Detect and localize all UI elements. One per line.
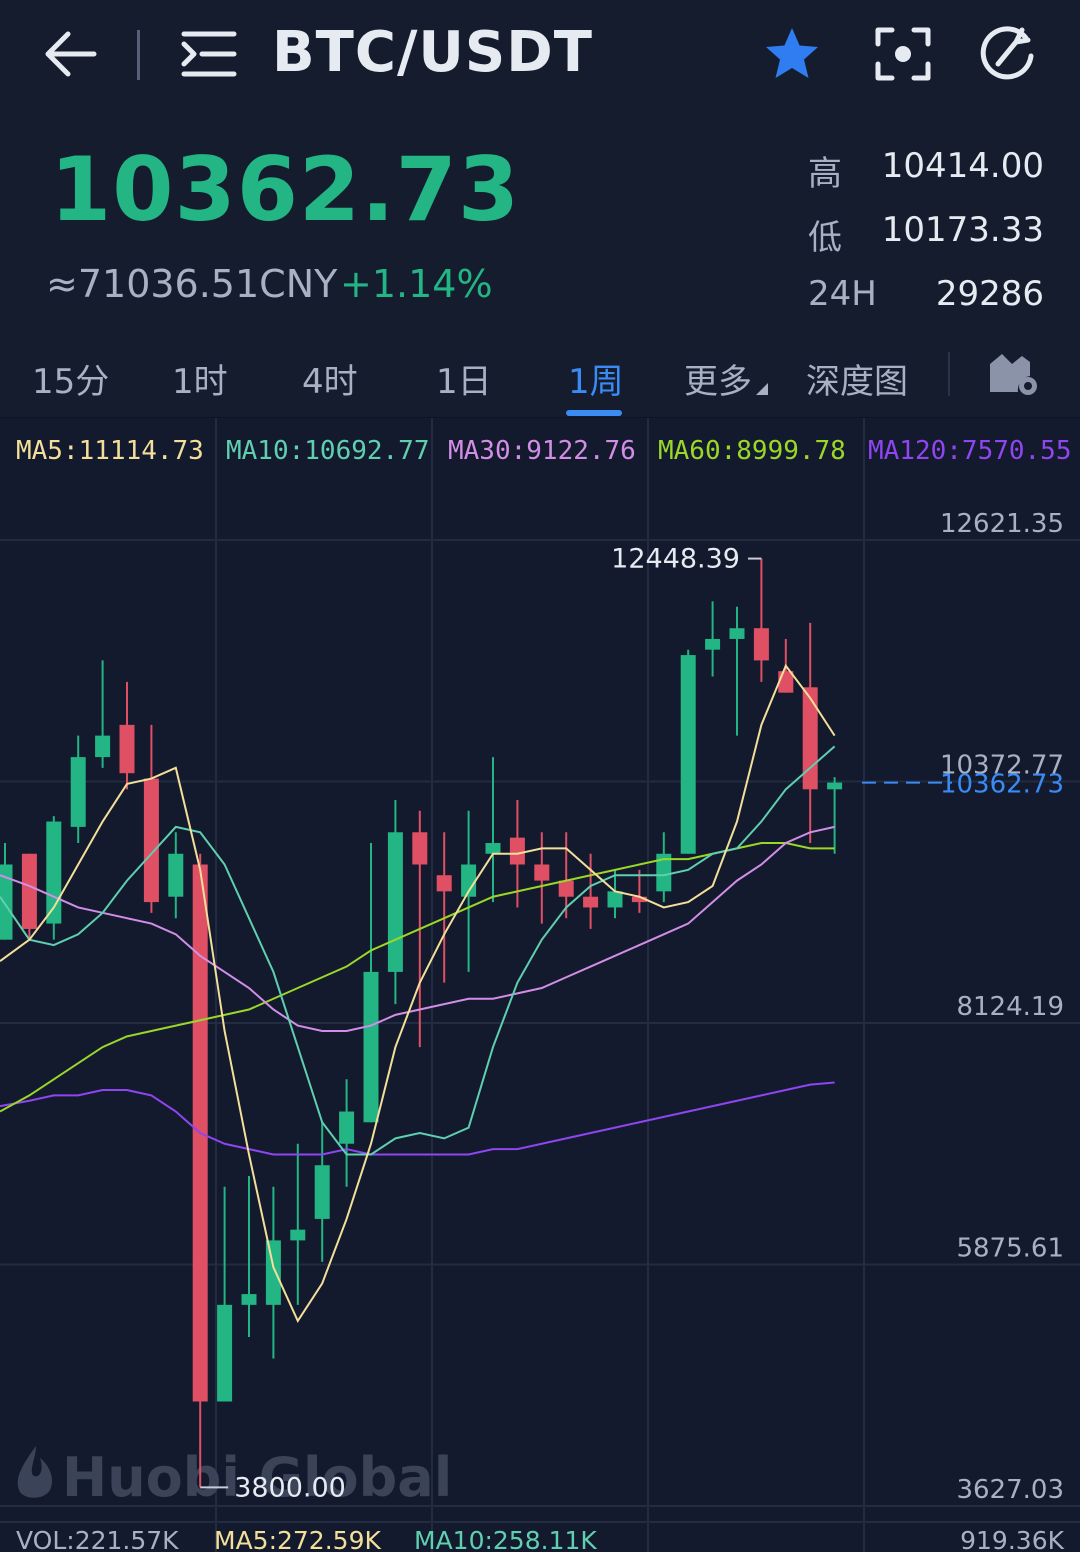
volume-ma5-value: MA5:272.59K — [214, 1526, 381, 1552]
refresh-button[interactable] — [976, 24, 1038, 84]
tab-1h[interactable]: 1时 — [172, 354, 228, 403]
candle-body — [412, 832, 428, 865]
kline-chart-svg[interactable]: 12621.3510372.778124.195875.613627.03Huo… — [0, 418, 1080, 1552]
tab-more-label: 更多 — [684, 362, 752, 402]
volume-24h-label: 24H — [808, 274, 877, 314]
ma120-value: MA120:7570.55 — [868, 436, 1072, 466]
cny-price: ≈71036.51CNY — [46, 262, 338, 306]
tab-separator — [948, 352, 950, 396]
screenshot-icon — [875, 27, 931, 81]
candle-body — [21, 853, 37, 929]
ma10-value: MA10:10692.77 — [226, 436, 430, 466]
top-bar: BTC/USDT — [0, 0, 1080, 110]
volume-ma10-value: MA10:258.11K — [414, 1526, 597, 1552]
ma30-value: MA30:9122.76 — [448, 436, 636, 466]
candle-body — [143, 778, 159, 903]
y-axis-tick-label: 5875.61 — [956, 1234, 1064, 1264]
candle-body — [119, 724, 135, 774]
tab-1w[interactable]: 1周 — [568, 354, 624, 403]
ma60-value: MA60:8999.78 — [658, 436, 846, 466]
tab-1d[interactable]: 1日 — [436, 354, 492, 403]
candle-body — [436, 875, 452, 892]
volume-24h-value: 29286 — [935, 274, 1044, 314]
low-label: 低 — [808, 218, 842, 258]
candle-body — [485, 843, 501, 854]
candle-body — [509, 837, 525, 865]
pair-list-button[interactable] — [180, 28, 238, 80]
candle-body — [729, 628, 745, 639]
candle-body — [314, 1165, 330, 1219]
candle-body — [387, 832, 403, 972]
max-price-label: 12448.39 — [611, 544, 740, 575]
ma120-line — [0, 1081, 835, 1156]
chart-settings-icon — [990, 354, 1037, 395]
tab-depth[interactable]: 深度图 — [806, 354, 908, 403]
volume-value: VOL:221.57K — [16, 1526, 179, 1552]
candle-body — [168, 853, 184, 897]
active-tab-indicator — [566, 410, 622, 416]
candle-body — [363, 971, 379, 1123]
y-axis-tick-label: 3627.03 — [956, 1475, 1064, 1505]
star-icon — [766, 28, 818, 78]
high-label: 高 — [808, 154, 842, 194]
chart-settings-button[interactable] — [986, 346, 1042, 398]
ma-legend: MA5:11114.73 MA10:10692.77 MA30:9122.76 … — [0, 436, 1080, 476]
list-menu-icon — [181, 31, 237, 77]
candle-body — [558, 880, 574, 897]
price-change: +1.14% — [340, 262, 493, 306]
caret-down-icon — [756, 383, 768, 395]
ma10-line — [0, 745, 836, 1156]
y-axis-tick-label: 8124.19 — [956, 992, 1064, 1022]
candle-body — [217, 1304, 233, 1402]
candle-body — [241, 1294, 257, 1305]
candle-body — [534, 864, 550, 881]
candle-body — [95, 735, 111, 758]
candle-body — [70, 757, 86, 827]
tab-more[interactable]: 更多 — [684, 354, 768, 403]
candle-body — [265, 1240, 281, 1305]
screenshot-button[interactable] — [874, 26, 932, 82]
interval-tabs: 15分 1时 4时 1日 1周 更多 深度图 — [0, 338, 1080, 418]
refresh-icon — [980, 26, 1034, 80]
candle-body — [339, 1111, 355, 1144]
last-price-axis-label: 10362.73 — [940, 770, 1064, 800]
candle-body — [607, 891, 623, 908]
volume-axis-max: 919.36K — [960, 1526, 1064, 1552]
low-value: 10173.33 — [881, 210, 1044, 250]
tab-15m[interactable]: 15分 — [32, 354, 109, 403]
kline-chart[interactable]: 12621.35 10372.77 8124.19 5875.61 3627.03 Huo… — [0, 418, 1080, 1552]
volume-legend: VOL:221.57K MA5:272.59K MA10:258.11K 919… — [0, 1526, 1080, 1552]
candle-body — [802, 687, 818, 790]
ma5-value: MA5:11114.73 — [16, 436, 204, 466]
candle-body — [290, 1229, 306, 1241]
candle-body — [583, 896, 599, 908]
candle-body — [705, 638, 721, 650]
high-value: 10414.00 — [881, 146, 1044, 186]
y-axis-tick-label: 12621.35 — [940, 509, 1064, 539]
tab-4h[interactable]: 4时 — [302, 354, 358, 403]
candle-body — [680, 655, 696, 854]
huobi-flame-icon — [17, 1446, 53, 1498]
last-price: 10362.73 — [50, 138, 521, 241]
header-divider — [137, 30, 140, 80]
min-price-label: 3800.00 — [234, 1472, 346, 1503]
back-button[interactable] — [40, 28, 100, 80]
arrow-left-icon — [45, 31, 97, 77]
candle-body — [827, 782, 843, 790]
favorite-button[interactable] — [762, 24, 822, 84]
candle-body — [753, 628, 769, 661]
pair-title[interactable]: BTC/USDT — [272, 20, 593, 85]
candle-body — [778, 671, 794, 693]
